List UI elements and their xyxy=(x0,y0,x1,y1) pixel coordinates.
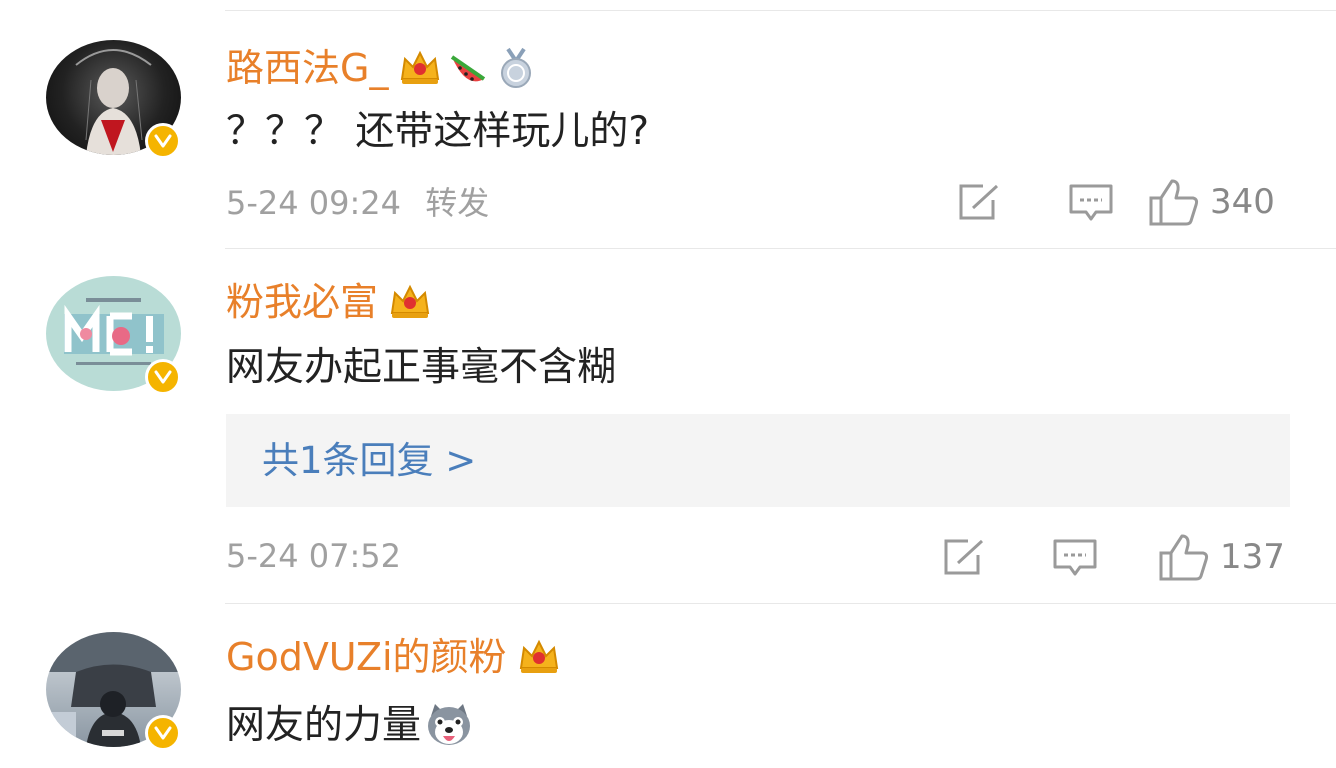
repost-button[interactable] xyxy=(957,182,1003,222)
username-text[interactable]: GodVUZi的颜粉 xyxy=(226,638,507,676)
repost-label[interactable]: 转发 xyxy=(425,184,489,222)
watermelon-badge-icon xyxy=(446,49,490,87)
like-count: 137 xyxy=(1220,537,1285,577)
comment-text-row: 网友的力量 xyxy=(226,702,475,748)
husky-emoji-icon xyxy=(423,702,475,748)
comment-meta: 5-24 09:24 转发 xyxy=(226,187,489,219)
username-text[interactable]: 路西法G_ xyxy=(226,49,388,87)
verified-badge-icon xyxy=(145,715,181,751)
crown-badge-icon xyxy=(398,49,442,87)
comment-icon xyxy=(1053,539,1097,576)
like-button[interactable]: 137 xyxy=(1158,533,1285,581)
thumbs-up-icon xyxy=(1149,179,1199,226)
crown-badge-icon xyxy=(517,638,561,676)
comment-button[interactable] xyxy=(1052,537,1098,579)
avatar[interactable] xyxy=(46,632,181,751)
divider xyxy=(225,603,1336,604)
share-icon xyxy=(944,539,984,575)
medal-badge-icon xyxy=(496,47,536,89)
crown-badge-icon xyxy=(388,283,432,321)
divider xyxy=(225,10,1336,11)
repost-button[interactable] xyxy=(942,537,988,577)
like-count: 340 xyxy=(1210,182,1275,222)
comment-text: 网友办起正事毫不含糊 xyxy=(226,345,617,390)
comment-icon xyxy=(1069,184,1113,221)
verified-badge-icon xyxy=(145,123,181,159)
avatar[interactable] xyxy=(46,276,181,395)
verified-badge-icon xyxy=(145,359,181,395)
comment-button[interactable] xyxy=(1068,182,1114,224)
like-button[interactable]: 340 xyxy=(1148,178,1275,226)
username[interactable]: 粉我必富 xyxy=(226,283,432,321)
share-icon xyxy=(959,184,999,220)
username[interactable]: GodVUZi的颜粉 xyxy=(226,638,561,676)
comment-text: 网友的力量 xyxy=(226,702,422,748)
username-text[interactable]: 粉我必富 xyxy=(226,283,378,321)
replies-label[interactable]: 共1条回复 > xyxy=(262,442,476,479)
timestamp: 5-24 09:24 xyxy=(226,184,402,222)
timestamp: 5-24 07:52 xyxy=(226,537,402,575)
comment-meta: 5-24 07:52 xyxy=(226,540,401,572)
comment-text: ？？？ 还带这样玩儿的? xyxy=(226,109,650,154)
divider xyxy=(225,248,1336,249)
thumbs-up-icon xyxy=(1159,534,1209,581)
replies-link[interactable]: 共1条回复 > xyxy=(226,414,1290,507)
username[interactable]: 路西法G_ xyxy=(226,47,536,89)
avatar[interactable] xyxy=(46,40,181,159)
